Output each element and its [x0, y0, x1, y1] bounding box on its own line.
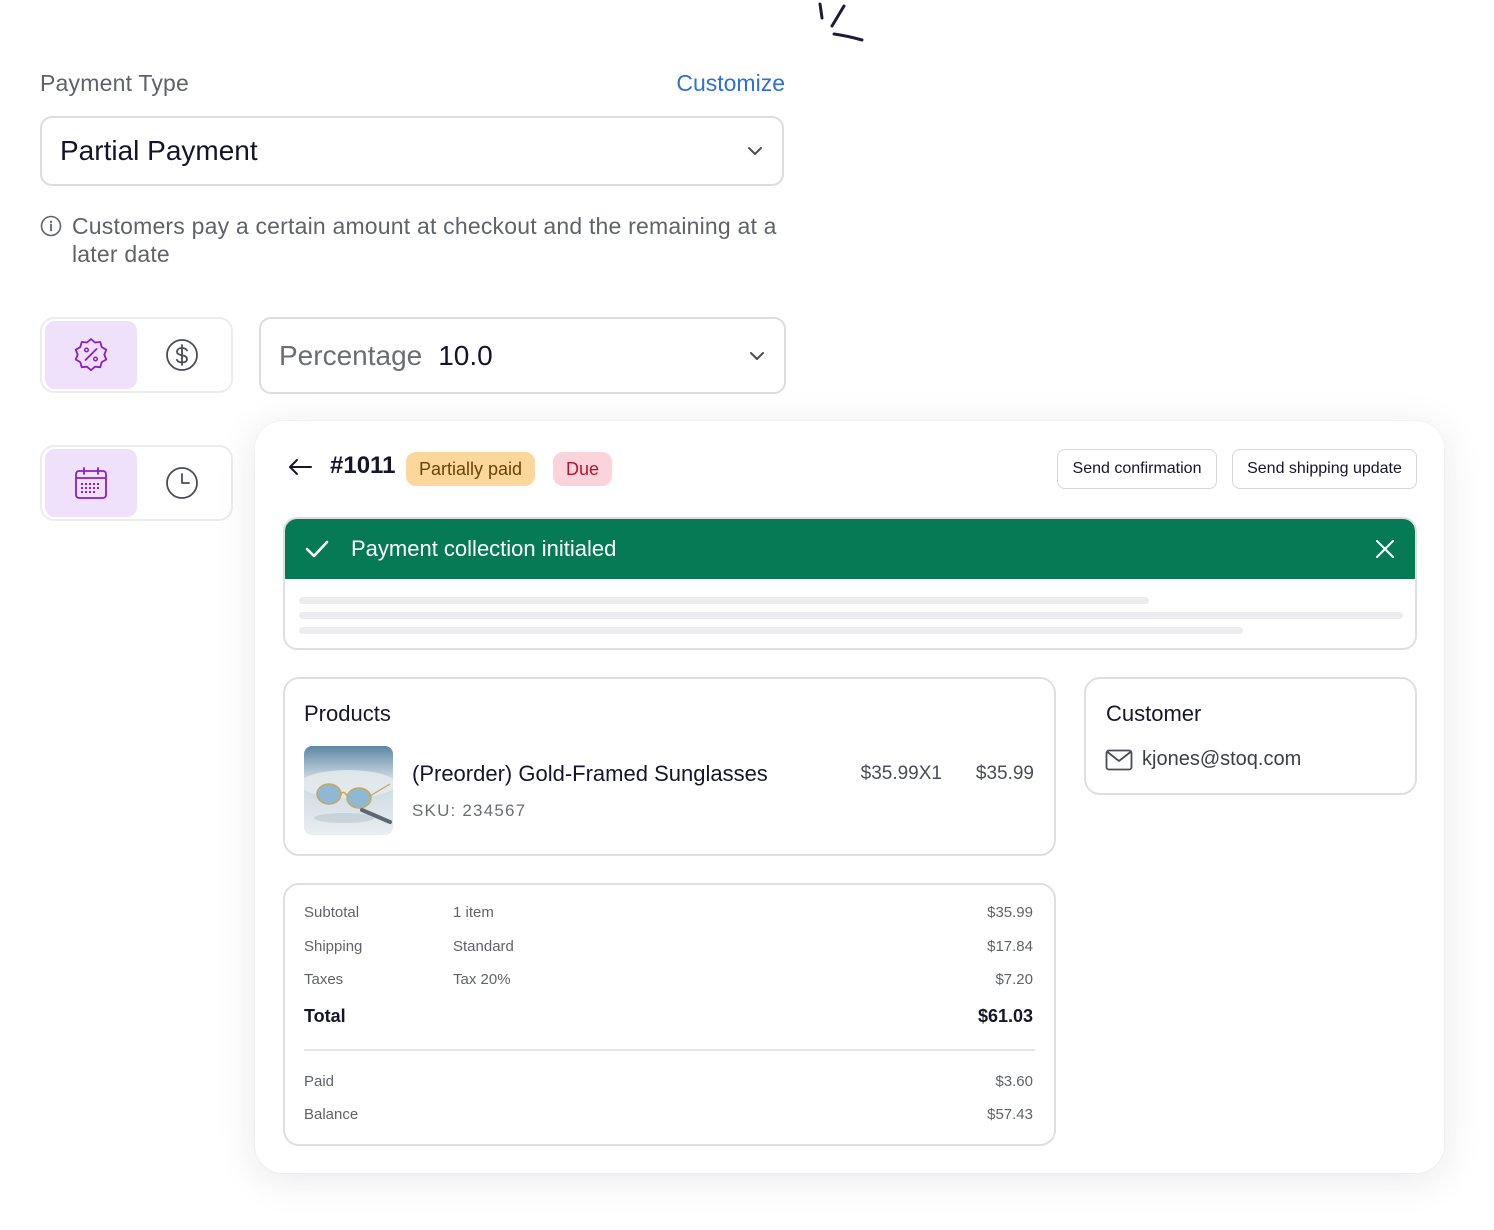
payment-type-value: Partial Payment — [60, 135, 258, 166]
percentage-mode-label: Percentage — [279, 339, 423, 371]
payment-type-info: Customers pay a certain amount at checko… — [40, 212, 800, 268]
banner-title: Payment collection initialed — [351, 536, 617, 561]
taxes-amount: $7.20 — [995, 971, 1033, 988]
skeleton-line — [299, 612, 1403, 619]
date-schedule-button[interactable] — [45, 449, 137, 517]
taxes-label: Taxes — [304, 971, 344, 988]
subtotal-amount: $35.99 — [987, 904, 1033, 921]
percentage-value: 10.0 — [438, 339, 493, 371]
info-text: Customers pay a certain amount at checko… — [72, 213, 777, 267]
chevron-down-icon — [750, 351, 764, 360]
info-icon — [40, 215, 62, 237]
dollar-circle-icon — [166, 339, 199, 371]
payment-type-label: Payment Type — [40, 70, 190, 96]
close-icon[interactable] — [1375, 539, 1395, 559]
shipping-detail: Standard — [453, 938, 514, 955]
percent-mode-button[interactable] — [45, 321, 137, 389]
due-badge: Due — [553, 452, 613, 486]
total-amount: $61.03 — [977, 1006, 1033, 1026]
amount-mode-toggle — [40, 317, 233, 393]
partially-paid-badge: Partially paid — [406, 452, 536, 486]
paid-label: Paid — [304, 1073, 335, 1090]
time-schedule-button[interactable] — [137, 449, 229, 517]
products-title: Products — [304, 701, 391, 726]
fixed-amount-mode-button[interactable] — [137, 321, 229, 389]
product-name[interactable]: (Preorder) Gold-Framed Sunglasses — [412, 761, 768, 787]
balance-amount: $57.43 — [987, 1106, 1033, 1123]
sparkle-doodle-icon — [818, 2, 864, 42]
subtotal-detail: 1 item — [453, 904, 494, 921]
percentage-select[interactable]: Percentage 10.0 — [259, 317, 786, 394]
checkmark-icon — [305, 540, 329, 558]
skeleton-line — [299, 597, 1149, 604]
back-arrow-icon[interactable] — [286, 455, 314, 479]
sunglasses-image — [304, 746, 393, 835]
subtotal-label: Subtotal — [304, 904, 360, 921]
clock-icon — [166, 467, 199, 499]
taxes-detail: Tax 20% — [453, 971, 511, 988]
customer-card: Customer — [1084, 677, 1417, 795]
totals-divider — [304, 1049, 1035, 1051]
product-unit-price: $35.99X1 — [860, 763, 942, 784]
product-line-total: $35.99 — [975, 763, 1034, 784]
customer-title: Customer — [1106, 701, 1202, 726]
percent-badge-icon — [74, 338, 107, 372]
payment-banner: Payment collection initialed — [283, 517, 1417, 650]
paid-amount: $3.60 — [995, 1073, 1033, 1090]
schedule-toggle — [40, 445, 233, 521]
balance-label: Balance — [304, 1106, 359, 1123]
customer-email[interactable]: kjones@stoq.com — [1142, 748, 1301, 771]
banner-header: Payment collection initialed — [285, 519, 1415, 579]
total-label: Total — [304, 1006, 346, 1026]
product-thumbnail — [304, 746, 393, 835]
calendar-icon — [74, 467, 107, 499]
mail-icon — [1105, 749, 1133, 771]
payment-type-select[interactable]: Partial Payment — [40, 116, 784, 186]
send-confirmation-button[interactable]: Send confirmation — [1057, 449, 1217, 489]
shipping-label: Shipping — [304, 938, 363, 955]
send-shipping-update-button[interactable]: Send shipping update — [1232, 449, 1417, 489]
order-id: #1011 — [330, 452, 396, 479]
customize-link[interactable]: Customize — [600, 70, 785, 97]
chevron-down-icon — [748, 147, 762, 155]
shipping-amount: $17.84 — [987, 938, 1033, 955]
skeleton-line — [299, 627, 1243, 634]
product-sku: SKU: 234567 — [412, 801, 527, 820]
